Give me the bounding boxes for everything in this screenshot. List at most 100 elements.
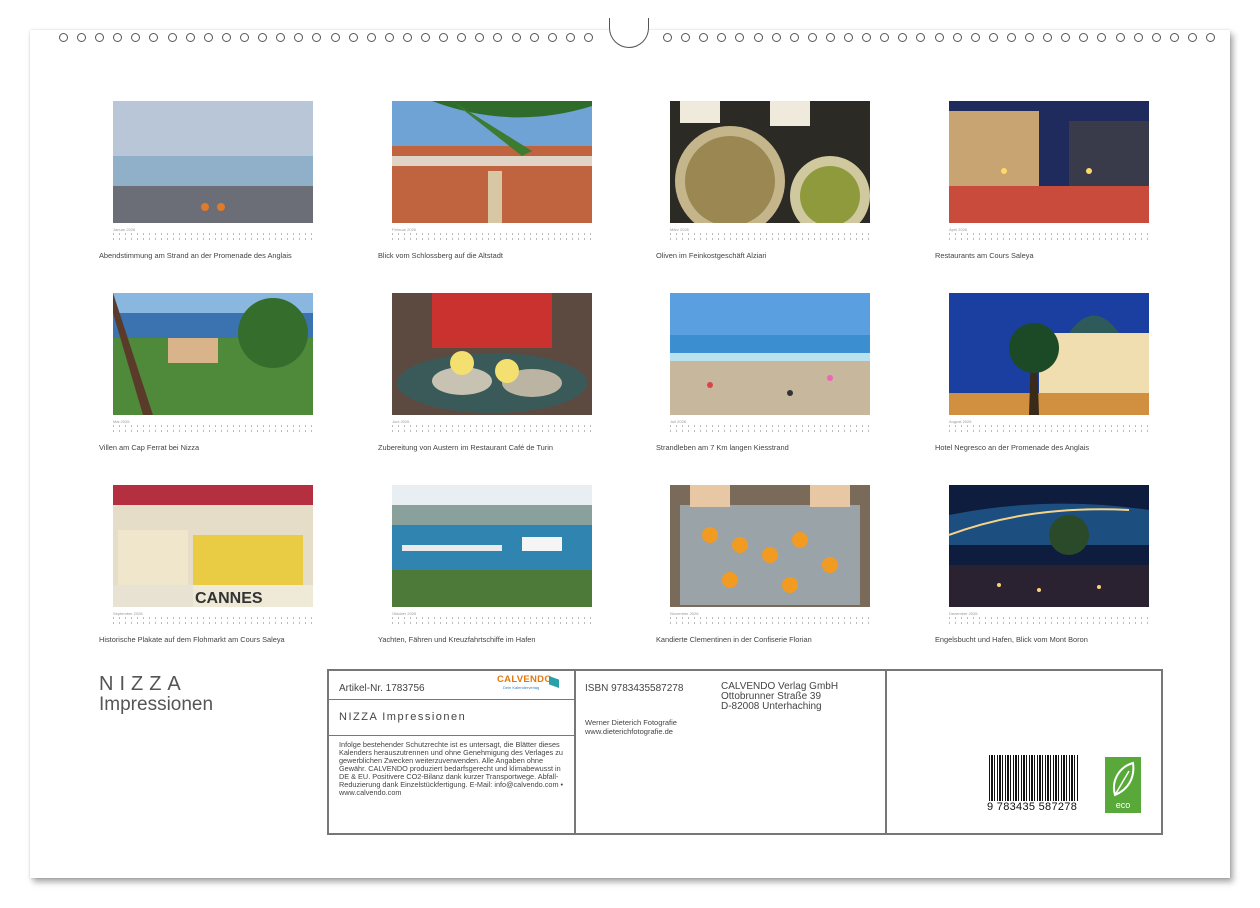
binding-ring: [880, 33, 889, 42]
binding-ring: [149, 33, 158, 42]
spiral-binding: [0, 0, 1260, 50]
month-name: September 2026: [113, 611, 143, 616]
photo-caption: Abendstimmung am Strand an der Promenade…: [99, 251, 292, 260]
mini-calendar: November 2026: [670, 611, 870, 627]
binding-ring: [953, 33, 962, 42]
binding-ring: [457, 33, 466, 42]
binding-ring: [754, 33, 763, 42]
photo-image: [113, 293, 313, 415]
divider: [329, 699, 574, 700]
cap-ferrat-photo: [113, 293, 313, 415]
binding-ring: [258, 33, 267, 42]
barcode-number: 9 783435 587278: [987, 801, 1078, 813]
photographer-website: www.dieterichfotografie.de: [585, 726, 673, 736]
day-grid: [670, 233, 870, 241]
photo-image: [670, 485, 870, 607]
binding-ring: [808, 33, 817, 42]
binding-ring: [95, 33, 104, 42]
candied-clementines-photo: [670, 485, 870, 607]
binding-ring: [584, 33, 593, 42]
binding-ring: [331, 33, 340, 42]
photo-image: [949, 485, 1149, 607]
binding-ring: [475, 33, 484, 42]
binding-ring: [530, 33, 539, 42]
binding-ring: [1134, 33, 1143, 42]
publisher-address: CALVENDO Verlag GmbH Ottobrunner Straße …: [721, 682, 838, 712]
beach-life-photo: [670, 293, 870, 415]
legal-notice: Infolge bestehender Schutzrechte ist es …: [339, 740, 564, 797]
photo-image: [392, 485, 592, 607]
olives-photo: [670, 101, 870, 223]
binding-ring: [935, 33, 944, 42]
binding-ring: [77, 33, 86, 42]
eco-badge: eco: [1105, 757, 1141, 813]
binding-ring: [898, 33, 907, 42]
photo-caption: Hotel Negresco an der Promenade des Angl…: [935, 443, 1090, 452]
binding-ring: [772, 33, 781, 42]
photo-caption: Historische Plakate auf dem Flohmarkt am…: [99, 635, 285, 644]
month-name: Dezember 2026: [949, 611, 978, 616]
barcode-bars: [989, 755, 1079, 801]
article-number: Artikel-Nr. 1783756: [339, 683, 425, 694]
month-name: Juni 2026: [392, 419, 410, 424]
photo-caption: Engelsbucht und Hafen, Blick vom Mont Bo…: [935, 635, 1088, 644]
day-grid: [113, 617, 313, 625]
binding-ring: [717, 33, 726, 42]
photo-caption: Blick vom Schlossberg auf die Altstadt: [378, 251, 503, 260]
mini-calendar: September 2026: [113, 611, 313, 627]
day-grid: [949, 425, 1149, 433]
binding-ring: [222, 33, 231, 42]
harbor-photo: [392, 485, 592, 607]
binding-ring: [131, 33, 140, 42]
binding-ring: [735, 33, 744, 42]
month-name: März 2026: [670, 227, 689, 232]
photo-image: [392, 101, 592, 223]
month-name: Mai 2026: [113, 419, 130, 424]
binding-ring: [168, 33, 177, 42]
binding-ring: [512, 33, 521, 42]
day-grid: [670, 425, 870, 433]
divider: [885, 671, 887, 833]
binding-ring: [312, 33, 321, 42]
photo-caption: Zubereitung von Austern im Restaurant Ca…: [378, 443, 554, 452]
day-grid: [670, 617, 870, 625]
binding-ring: [1206, 33, 1215, 42]
product-title: NIZZA Impressionen: [339, 711, 467, 723]
binding-ring: [1152, 33, 1161, 42]
photo-caption: Kandierte Clementinen in der Confiserie …: [656, 635, 812, 644]
mini-calendar: April 2026: [949, 227, 1149, 243]
photographer-credit: Werner Dieterich Fotografie www.dieteric…: [585, 718, 677, 736]
product-info-box: Artikel-Nr. 1783756 CALVENDO Dein Kalend…: [327, 669, 1163, 835]
day-grid: [949, 617, 1149, 625]
binding-ring: [826, 33, 835, 42]
photo-image: [670, 101, 870, 223]
day-grid: [392, 233, 592, 241]
photo-image: [949, 293, 1149, 415]
month-name: Februar 2026: [392, 227, 417, 232]
binding-ring: [367, 33, 376, 42]
month-name: August 2026: [949, 419, 972, 424]
photo-caption: Oliven im Feinkostgeschäft Alziari: [656, 251, 767, 260]
binding-ring: [681, 33, 690, 42]
binding-ring: [699, 33, 708, 42]
binding-ring: [493, 33, 502, 42]
month-name: April 2026: [949, 227, 968, 232]
calendar-title: NIZZA: [99, 673, 187, 695]
day-grid: [392, 617, 592, 625]
binding-ring: [349, 33, 358, 42]
binding-ring: [186, 33, 195, 42]
leaf-icon: [1113, 761, 1135, 797]
binding-ring: [1079, 33, 1088, 42]
photo-image: [392, 293, 592, 415]
divider: [574, 671, 576, 833]
mini-calendar: Oktober 2026: [392, 611, 592, 627]
binding-ring: [1116, 33, 1125, 42]
binding-ring: [421, 33, 430, 42]
day-grid: [113, 425, 313, 433]
photo-caption: Yachten, Fähren und Kreuzfahrtschiffe im…: [378, 635, 536, 644]
binding-ring: [1097, 33, 1106, 42]
binding-ring: [663, 33, 672, 42]
mini-calendar: Juni 2026: [392, 419, 592, 435]
photo-image: [949, 101, 1149, 223]
calvendo-logo: CALVENDO Dein Kalenderverlag: [497, 674, 567, 694]
